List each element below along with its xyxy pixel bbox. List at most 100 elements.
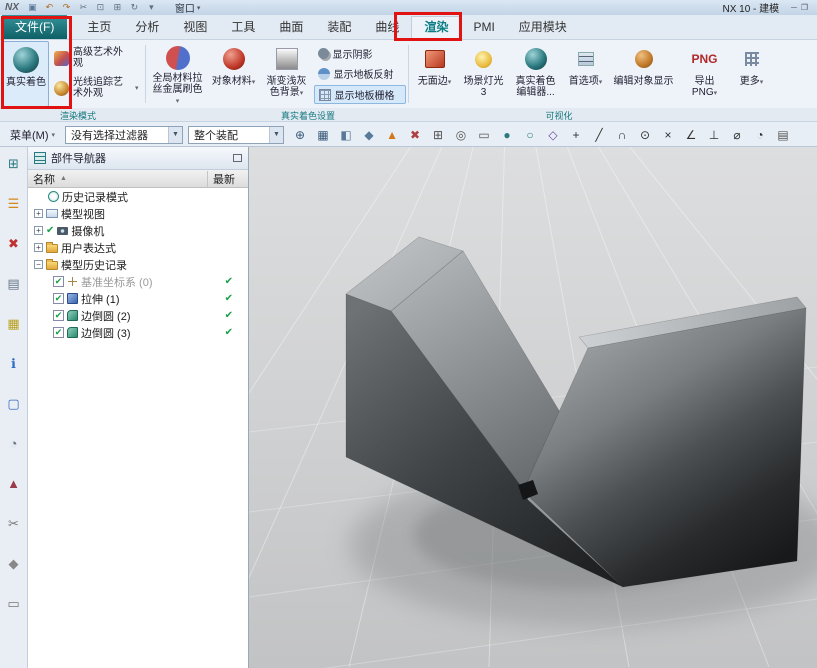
tab-application[interactable]: 应用模块 (507, 16, 579, 39)
panel-pin-button[interactable] (233, 154, 242, 162)
snap-quadrant-icon[interactable]: ◔ (753, 124, 767, 146)
menu-button[interactable]: 菜单(M) ▾ (5, 126, 60, 144)
dropdown-arrow-icon[interactable]: ▼ (168, 127, 182, 143)
select-body-icon[interactable]: ◆ (362, 124, 376, 146)
true-shading-button[interactable]: 真实着色 (3, 41, 49, 107)
export-png-button[interactable]: PNG 导出 PNG▾ (680, 41, 730, 107)
column-latest[interactable]: 最新 (207, 171, 243, 187)
snap-arc-icon[interactable]: ∩ (615, 124, 629, 146)
tab-view[interactable]: 视图 (171, 16, 219, 39)
reuse-library-icon[interactable]: ▦ (7, 317, 19, 331)
tree-row-user-expressions[interactable]: + 用户表达式 (28, 239, 248, 256)
expand-icon[interactable]: + (34, 226, 43, 235)
scene-lights-button[interactable]: 场景灯光 3 (460, 41, 508, 107)
feature-checkbox[interactable]: ✔ (53, 327, 64, 338)
save-icon[interactable]: ▣ (27, 0, 38, 15)
tree-row-datum-csys[interactable]: ✔ 基准坐标系 (0) ✔ (28, 273, 248, 290)
graphics-window[interactable] (249, 147, 817, 668)
restore-button[interactable]: ❐ (801, 3, 812, 12)
orient-view-icon[interactable]: ◇ (546, 124, 560, 146)
hd3d-tools-icon[interactable]: ℹ (11, 357, 16, 371)
cut-icon[interactable]: ✂ (78, 0, 89, 15)
rectangle-select-icon[interactable]: ▭ (477, 124, 491, 146)
tab-file[interactable]: 文件(F) (2, 15, 67, 39)
snap-intersection-icon[interactable]: × (661, 124, 675, 146)
highlight-icon[interactable]: ▲ (385, 124, 399, 146)
deselect-all-icon[interactable]: ✖ (408, 124, 422, 146)
true-shading-editor-button[interactable]: 真实着色编辑器... (510, 41, 562, 107)
select-all-icon[interactable]: ⊞ (431, 124, 445, 146)
tree-row-cameras[interactable]: + ✔ 摄像机 (28, 222, 248, 239)
ray-traced-studio-button[interactable]: 光线追踪艺术外观 ▾ (50, 74, 143, 102)
lasso-icon[interactable]: ◎ (454, 124, 468, 146)
constraint-navigator-icon[interactable]: ✖ (8, 237, 19, 251)
collapse-icon[interactable]: − (34, 260, 43, 269)
tab-analysis[interactable]: 分析 (123, 16, 171, 39)
expand-icon[interactable]: + (34, 209, 43, 218)
tree-row-model-views[interactable]: + 模型视图 (28, 205, 248, 222)
sort-ascending-icon[interactable]: ▲ (60, 175, 67, 182)
show-shadow-toggle[interactable]: 显示阴影 (314, 44, 406, 63)
dropdown-arrow-icon[interactable]: ▼ (269, 127, 283, 143)
minimize-button[interactable]: ─ (791, 3, 801, 12)
object-material-button[interactable]: 对象材料▾ (209, 41, 259, 107)
tree-row-edge-blend-3[interactable]: ✔ 边倒圆 (3) ✔ (28, 324, 248, 341)
wireframe-display-icon[interactable]: ○ (523, 124, 537, 146)
snap-midpoint-icon[interactable]: ╱ (592, 124, 606, 146)
shaded-display-icon[interactable]: ● (500, 124, 514, 146)
tab-surface[interactable]: 曲面 (267, 16, 315, 39)
tab-pmi[interactable]: PMI (461, 16, 506, 39)
assembly-navigator-icon[interactable]: ☰ (8, 197, 20, 211)
selection-scope-dropdown[interactable]: 整个装配 ▼ (188, 126, 284, 144)
tree-row-extrude[interactable]: ✔ 拉伸 (1) ✔ (28, 290, 248, 307)
show-floor-reflection-toggle[interactable]: 显示地板反射 (314, 65, 406, 84)
manufacturing-wizard-icon[interactable]: ✂ (8, 517, 19, 531)
tree-row-edge-blend-2[interactable]: ✔ 边倒圆 (2) ✔ (28, 307, 248, 324)
tab-render[interactable]: 渲染 (411, 16, 461, 39)
history-icon[interactable]: ◔ (10, 437, 18, 451)
part-navigator-icon[interactable]: ▤ (7, 277, 19, 291)
snap-perpendicular-icon[interactable]: ⊥ (707, 124, 721, 146)
tab-assemblies[interactable]: 装配 (315, 16, 363, 39)
snap-point-icon[interactable]: ⊕ (293, 124, 307, 146)
customize-icon[interactable]: ▾ (146, 0, 157, 15)
snap-center-icon[interactable]: ⊙ (638, 124, 652, 146)
roles-icon[interactable]: ◆ (9, 557, 19, 571)
redo-icon[interactable]: ↷ (61, 0, 72, 15)
selection-filter-dropdown[interactable]: 没有选择过滤器 ▼ (65, 126, 183, 144)
global-material-button[interactable]: 全局材料拉丝金属刷色▾ (149, 41, 207, 107)
paste-icon[interactable]: ⊞ (112, 0, 123, 15)
tab-curve[interactable]: 曲线 (363, 16, 411, 39)
snap-angle-icon[interactable]: ∠ (684, 124, 698, 146)
tree-row-model-history[interactable]: − 模型历史记录 (28, 256, 248, 273)
system-scene-notes-icon[interactable]: ▭ (7, 597, 19, 611)
snap-settings-icon[interactable]: ▦ (316, 124, 330, 146)
background-button[interactable]: 渐变浅灰色背景▾ (261, 41, 313, 107)
repeat-command-icon[interactable]: ↻ (129, 0, 140, 15)
tree-row-history-mode[interactable]: 历史记录模式 (28, 188, 248, 205)
preferences-button[interactable]: 首选项▾ (564, 41, 608, 107)
tab-tools[interactable]: 工具 (219, 16, 267, 39)
show-floor-grid-toggle[interactable]: 显示地板栅格 (314, 85, 406, 104)
selection-tool-icon[interactable]: ⊞ (8, 157, 19, 171)
select-face-icon[interactable]: ◧ (339, 124, 353, 146)
more-button[interactable]: 更多▾ (732, 41, 772, 107)
no-face-edges-button[interactable]: 无面边▾ (412, 41, 458, 107)
rendered-scene[interactable] (249, 147, 817, 668)
tab-home[interactable]: 主页 (75, 16, 123, 39)
advanced-studio-button[interactable]: 高级艺术外观 (50, 44, 143, 72)
column-name[interactable]: 名称 (33, 171, 55, 187)
edit-object-display-button[interactable]: 编辑对象显示 (610, 41, 678, 107)
snap-endpoint-icon[interactable]: + (569, 124, 583, 146)
grid-options-icon[interactable]: ▤ (776, 124, 790, 146)
window-menu[interactable]: 窗口 ▾ (175, 0, 201, 15)
expand-icon[interactable]: + (34, 243, 43, 252)
process-studio-icon[interactable]: ▲ (7, 477, 20, 491)
web-browser-icon[interactable]: ▢ (7, 397, 19, 411)
feature-checkbox[interactable]: ✔ (53, 293, 64, 304)
snap-diameter-icon[interactable]: ⌀ (730, 124, 744, 146)
feature-checkbox[interactable]: ✔ (53, 310, 64, 321)
feature-checkbox[interactable]: ✔ (53, 276, 64, 287)
copy-icon[interactable]: ⊡ (95, 0, 106, 15)
undo-icon[interactable]: ↶ (44, 0, 55, 15)
